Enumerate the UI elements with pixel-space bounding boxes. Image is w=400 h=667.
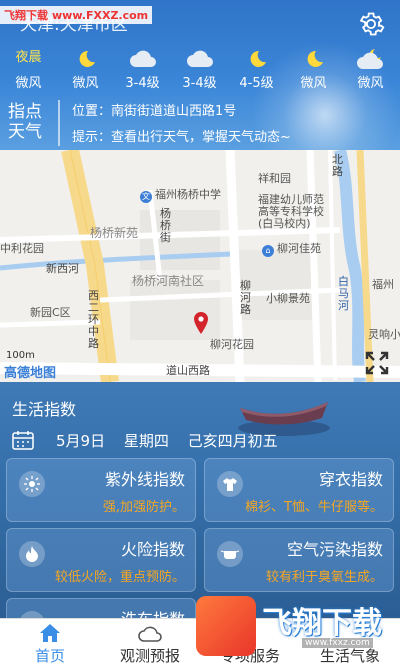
map-label: 杨桥新苑 [90,226,139,240]
card-desc: 较有利于臭氧生成。 [265,570,383,585]
school-icon: 文 [140,191,152,203]
map-view[interactable]: 文福州杨桥中学 祥和园 福建幼儿师范 高等专科学校 (白马校内) 杨桥新苑 中利花园… [0,150,400,382]
moon-icon [250,50,266,67]
moon-cloud-icon [356,49,383,69]
car-icon [19,611,45,618]
cloud-icon [138,626,162,642]
pinpoint-label: 指点 天气 [8,102,42,142]
map-brand: 高德地图 [4,366,57,381]
uv-index-card[interactable]: 紫外线指数 强,加强防护。 [6,458,196,522]
sun-icon [19,471,45,497]
date-day: 5月9日 [56,432,106,450]
map-label: 新西河 [46,262,79,275]
card-title: 空气污染指数 [286,540,383,559]
watermark-top: 飞翔下载 www.FXXZ.com [0,6,153,24]
date-line: 5月9日 星期四 己亥四月初五 [56,430,292,451]
forecast-item[interactable]: 3-4级 [114,48,171,91]
map-label: 小柳景苑 [266,292,310,305]
fire-index-card[interactable]: 火险指数 较低火险，重点预防。 [6,528,196,592]
pinpoint-divider [58,100,60,146]
clothing-index-card[interactable]: 穿衣指数 棉衫、T恤、牛仔服等。 [204,458,394,522]
pinpoint-tip: 提示：查看出行天气，掌握天气动态~ [72,130,291,145]
watermark-bottom: 飞翔下载 www.fxxz.com [196,596,400,660]
gear-icon[interactable] [357,10,385,38]
watermark-logo-icon [196,596,256,656]
map-label: 柳河路 [240,279,251,316]
weather-header: 天津:天津市区 飞翔下载 www.FXXZ.com 夜晨 微风 微风 3-4级 … [0,0,400,150]
moon-icon [307,50,323,67]
forecast-item[interactable]: 微风 [342,48,399,91]
map-label: 白马河 [338,275,349,312]
date-lunar: 己亥四月初五 [187,432,278,450]
map-label: 福州 [372,278,394,291]
cloud-icon [186,50,213,67]
watermark-brand: 飞翔下载 [4,9,48,22]
cloud-icon [129,50,156,67]
forecast-wind: 4-5级 [239,76,274,91]
car-wash-index-card[interactable]: 洗车指数 [6,598,196,618]
expand-icon[interactable] [364,350,390,376]
fire-icon [19,541,45,567]
nav-label: 观测预报 [119,647,180,665]
card-title: 紫外线指数 [104,470,185,489]
map-scale: 100m [6,350,35,361]
nav-forecast[interactable]: 观测预报 [100,619,200,667]
forecast-wind: 微风 [15,76,42,91]
card-desc: 棉衫、T恤、牛仔服等。 [245,500,383,515]
forecast-wind: 微风 [357,76,384,91]
forecast-wind: 微风 [72,76,99,91]
card-title: 火险指数 [120,540,185,559]
watermark-url: www.FXXZ.com [52,8,149,22]
map-label: 新园C区 [30,306,71,319]
forecast-period: 夜晨 [15,50,42,65]
map-label: 柳河花园 [210,338,254,351]
nav-home[interactable]: 首页 [0,619,100,667]
life-index-panel: 生活指数 5月9日 星期四 己亥四月初五 紫外线指数 强,加强防护。 穿衣指数 … [0,382,400,618]
forecast-item[interactable]: 微风 [285,48,342,91]
air-pollution-index-card[interactable]: 空气污染指数 较有利于臭氧生成。 [204,528,394,592]
forecast-wind: 微风 [300,76,327,91]
card-title: 洗车指数 [121,606,185,618]
pinpoint-label-line1: 指点 [8,102,42,122]
forecast-row: 夜晨 微风 微风 3-4级 3-4级 4-5级 微风 微风 [0,48,400,98]
map-label: 福建幼儿师范 高等专科学校 (白马校内) [258,193,324,230]
forecast-item[interactable]: 3-4级 [171,48,228,91]
map-label: 灵响小 [368,328,400,341]
card-desc: 强,加强防护。 [102,500,185,515]
map-label: 西二环中路 [88,289,99,350]
card-desc: 较低火险，重点预防。 [54,570,185,585]
watermark-url: www.fxxz.com [302,638,373,648]
map-label: 道山西路 [166,364,210,377]
map-pin-icon[interactable] [193,312,209,334]
forecast-wind: 3-4级 [125,76,160,91]
map-label: 中利花园 [0,242,44,255]
pinpoint-label-line2: 天气 [8,122,42,142]
shirt-icon [217,471,243,497]
map-label: 文福州杨桥中学 [140,188,221,203]
forecast-item[interactable]: 夜晨 微风 [0,48,57,91]
map-label: 北路 [332,153,343,178]
forecast-item[interactable]: 微风 [57,48,114,91]
map-label: ⌂ 柳河佳苑 [262,240,321,257]
poi-icon: ⌂ [262,245,274,257]
life-index-title: 生活指数 [12,400,77,419]
mask-icon [217,541,243,567]
card-title: 穿衣指数 [318,470,383,489]
map-label: 杨桥街 [160,207,171,244]
map-label: 杨桥河南社区 [132,274,205,288]
pinpoint-location: 位置：南街街道道山西路1号 [72,104,237,119]
map-label: 祥和园 [258,172,291,185]
home-icon [40,624,60,642]
date-weekday: 星期四 [123,432,169,450]
calendar-icon [12,431,34,450]
forecast-item[interactable]: 4-5级 [228,48,285,91]
watermark-brand: 飞翔下载 [262,606,382,641]
nav-label: 首页 [34,647,65,665]
forecast-wind: 3-4级 [182,76,217,91]
moon-icon [79,50,95,67]
